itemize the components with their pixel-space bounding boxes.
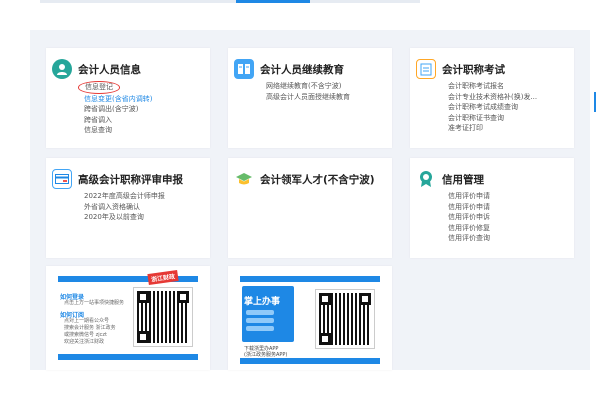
promo-text: 点对上一期看公众号: [64, 318, 110, 324]
promo-bottom-bar: [58, 354, 198, 360]
card-continuing-education: 会计人员继续教育 网络继续教育(不含宁波) 高级会计人员面授继续教育: [228, 48, 392, 148]
link-list: 2022年度高级会计师申报 外省调入资格确认 2020年及以前查询: [84, 191, 165, 223]
link-label[interactable]: 信息登记: [78, 81, 120, 94]
clipboard-icon: [416, 59, 436, 79]
brand-badge: 浙江财政: [147, 269, 179, 286]
card-senior-review: 高级会计职称评审申报 2022年度高级会计师申报 外省调入资格确认 2020年及…: [46, 158, 210, 258]
app-button: [246, 326, 274, 331]
card-header: 高级会计职称评审申报: [52, 168, 183, 190]
link-info-register[interactable]: 信息登记: [78, 81, 152, 94]
card-title: 会计职称考试: [442, 63, 505, 76]
qr-corner: [359, 293, 371, 305]
promo-wechat[interactable]: 浙江财政 如何登录 点击上方一站事项快捷服务 如何订阅 点对上一期看公众号 搜索…: [46, 266, 210, 370]
link-credit-appeal[interactable]: 信用评价申诉: [448, 212, 490, 223]
book-icon: [234, 59, 254, 79]
qr-corner: [177, 291, 189, 303]
scroll-indicator[interactable]: [594, 92, 596, 112]
graduation-cap-icon: [234, 169, 254, 189]
link-exam-score[interactable]: 会计职称考试成绩查询: [448, 102, 537, 113]
card-title: 会计人员继续教育: [260, 63, 344, 76]
link-info-change[interactable]: 信息变更(含省内调转): [84, 94, 152, 105]
card-credit-management: 信用管理 信用评价申请 信用评价申请 信用评价申诉 信用评价修复 信用评价查询: [410, 158, 574, 258]
promo-top-bar: [240, 276, 380, 282]
card-header: 会计领军人才(不含宁波): [234, 168, 375, 190]
link-qualification-confirm[interactable]: 外省调入资格确认: [84, 202, 165, 213]
qr-code: [133, 287, 193, 347]
link-list: 信息登记 信息变更(含省内调转) 跨省调出(含宁波) 跨省调入 信息查询: [78, 81, 152, 136]
card-title-exam: 会计职称考试 会计职称考试报名 会计专业技术资格补(换)发... 会计职称考试成…: [410, 48, 574, 148]
link-credit-repair[interactable]: 信用评价修复: [448, 223, 490, 234]
person-info-icon: [52, 59, 72, 79]
card-header: 会计人员继续教育: [234, 58, 344, 80]
promo-text: 点击上方一站事项快捷服务: [64, 300, 125, 306]
link-senior-apply[interactable]: 2022年度高级会计师申报: [84, 191, 165, 202]
link-admission-print[interactable]: 准考证打印: [448, 123, 537, 134]
active-tab-indicator[interactable]: [236, 0, 310, 3]
card-leading-talent: 会计领军人才(不含宁波): [228, 158, 392, 258]
link-inperson-education[interactable]: 高级会计人员面授继续教育: [266, 92, 350, 103]
link-list: 网络继续教育(不含宁波) 高级会计人员面授继续教育: [266, 81, 350, 102]
card-icon: [52, 169, 72, 189]
link-credit-apply[interactable]: 信用评价申请: [448, 191, 490, 202]
app-button: [246, 318, 274, 323]
link-history-query[interactable]: 2020年及以前查询: [84, 212, 165, 223]
card-accountant-info: 会计人员信息 信息登记 信息变更(含省内调转) 跨省调出(含宁波) 跨省调入 信…: [46, 48, 210, 148]
qr-corner: [319, 293, 331, 305]
link-transfer-out[interactable]: 跨省调出(含宁波): [84, 104, 152, 115]
qr-corner: [137, 291, 149, 303]
qr-code: [315, 289, 375, 349]
link-online-education[interactable]: 网络继续教育(不含宁波): [266, 81, 350, 92]
card-header: 信用管理: [416, 168, 484, 190]
link-transfer-in[interactable]: 跨省调入: [84, 115, 152, 126]
link-certificate-reissue[interactable]: 会计专业技术资格补(换)发...: [448, 92, 537, 103]
card-title: 会计人员信息: [78, 63, 141, 76]
card-title: 高级会计职称评审申报: [78, 173, 183, 186]
link-credit-apply-2[interactable]: 信用评价申请: [448, 202, 490, 213]
app-button: [246, 310, 274, 315]
link-list: 信用评价申请 信用评价申请 信用评价申诉 信用评价修复 信用评价查询: [448, 191, 490, 244]
promo-bottom-bar: [240, 358, 380, 364]
promo-text: 或搜索微信号 zjczt: [64, 332, 107, 338]
link-certificate-query[interactable]: 会计职称证书查询: [448, 113, 537, 124]
promo-app[interactable]: 掌上办事 下载浙里办APP (浙江政务服务APP): [228, 266, 392, 370]
link-list: 会计职称考试报名 会计专业技术资格补(换)发... 会计职称考试成绩查询 会计职…: [448, 81, 537, 134]
link-credit-query[interactable]: 信用评价查询: [448, 233, 490, 244]
promo-text: 搜索会计服务 浙江政务: [64, 325, 116, 331]
card-header: 会计人员信息: [52, 58, 141, 80]
qr-corner: [137, 331, 149, 343]
card-title: 信用管理: [442, 173, 484, 186]
link-info-query[interactable]: 信息查询: [84, 125, 152, 136]
link-exam-register[interactable]: 会计职称考试报名: [448, 81, 537, 92]
app-title: 掌上办事: [244, 297, 281, 307]
qr-corner: [319, 333, 331, 345]
top-tab-strip: [40, 0, 420, 3]
card-header: 会计职称考试: [416, 58, 505, 80]
card-title[interactable]: 会计领军人才(不含宁波): [260, 172, 375, 187]
promo-text: 欢迎关注浙江财政: [64, 339, 105, 345]
medal-icon: [416, 169, 436, 189]
